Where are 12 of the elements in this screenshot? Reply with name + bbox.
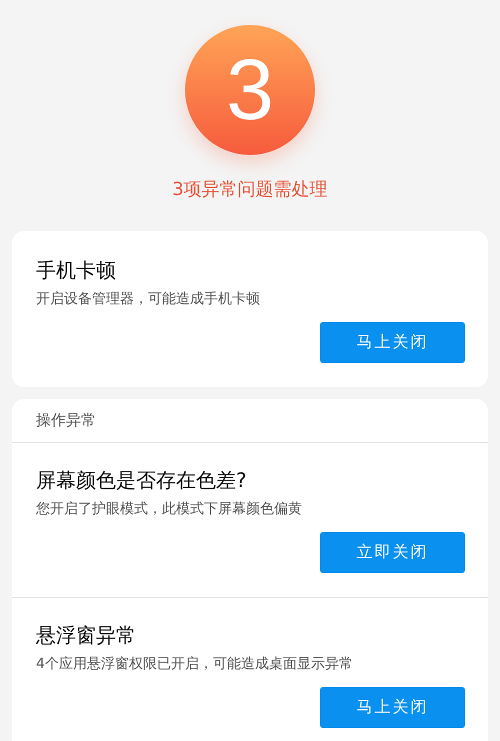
close-button[interactable]: 马上关闭 [320, 687, 465, 728]
issue-summary: 3项异常问题需处理 [172, 178, 328, 201]
section-title: 操作异常 [35, 410, 97, 431]
close-button[interactable]: 立即关闭 [320, 532, 465, 573]
issue-title: 手机卡顿 [36, 257, 117, 284]
issue-description: 您开启了护眼模式，此模式下屏幕颜色偏黄 [36, 500, 303, 518]
count-badge: 3 [185, 25, 315, 155]
issue-description: 开启设备管理器，可能造成手机卡顿 [36, 290, 261, 308]
issue-title: 屏幕颜色是否存在色差? [36, 467, 248, 494]
close-button[interactable]: 马上关闭 [320, 322, 465, 363]
issue-description: 4个应用悬浮窗权限已开启，可能造成桌面显示异常 [36, 655, 354, 673]
issue-title: 悬浮窗异常 [36, 622, 137, 649]
